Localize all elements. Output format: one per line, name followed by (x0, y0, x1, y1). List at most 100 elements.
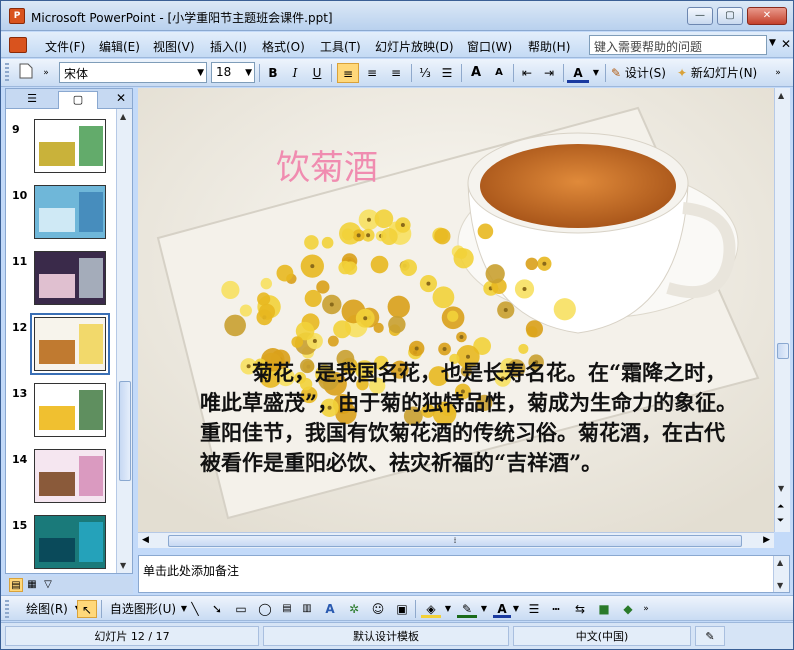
slide-thumbnail-image[interactable] (30, 313, 110, 375)
slide-thumbnail-image[interactable] (34, 383, 106, 437)
oval-tool-icon[interactable]: ◯ (255, 600, 275, 618)
align-left-button[interactable]: ≡ (337, 63, 359, 83)
line-style-icon[interactable]: ☰ (525, 600, 543, 618)
toolbar-options-icon[interactable]: » (641, 600, 651, 618)
menu-file[interactable]: 文件(F) (45, 38, 85, 55)
chevron-down-icon[interactable]: ▼ (511, 600, 521, 618)
arrow-style-icon[interactable]: ⇆ (571, 600, 589, 618)
font-size-combo[interactable]: 18 ▼ (211, 62, 255, 83)
previous-slide-icon[interactable]: ⏶ (777, 502, 784, 512)
new-document-icon[interactable] (15, 63, 37, 83)
wordart-icon[interactable]: A (321, 600, 339, 618)
chevron-down-icon[interactable]: ▼ (120, 561, 126, 570)
slide-vertical-scrollbar[interactable]: ▲ ▼ (774, 88, 790, 532)
normal-view-icon[interactable]: ▤ (9, 578, 23, 592)
menu-slideshow[interactable]: 幻灯片放映(D) (375, 38, 454, 55)
chevron-right-icon[interactable]: ▶ (763, 535, 770, 545)
slide-sorter-view-icon[interactable]: ▦ (25, 578, 39, 592)
slide-horizontal-scrollbar[interactable]: ◀ ⁞ ▶ (138, 532, 774, 548)
toolbar-grip[interactable] (5, 63, 9, 83)
notes-pane[interactable]: 单击此处添加备注 ▲ ▼ (138, 555, 790, 593)
bullets-button[interactable]: ☰ (437, 63, 457, 83)
menu-view[interactable]: 视图(V) (153, 38, 195, 55)
increase-indent-button[interactable]: ⇥ (539, 63, 559, 83)
powerpoint-icon[interactable]: P (9, 8, 25, 24)
spelling-check-icon[interactable]: ✎ (695, 626, 725, 646)
notes-scrollbar[interactable]: ▲ ▼ (773, 556, 789, 592)
tab-outline[interactable]: ☰ (12, 91, 52, 109)
chevron-down-icon[interactable]: ▼ (778, 484, 784, 493)
bold-button[interactable]: B (263, 63, 283, 83)
text-box-icon[interactable]: ▤ (279, 600, 295, 618)
fill-color-icon[interactable]: ◈ (421, 600, 441, 618)
slide-thumbnail-image[interactable] (34, 515, 106, 569)
chevron-down-icon[interactable]: ▼ (479, 600, 489, 618)
scrollbar-thumb[interactable]: ⁞ (168, 535, 742, 547)
chevron-down-icon[interactable]: ▼ (769, 38, 776, 48)
chevron-down-icon[interactable]: ▼ (197, 68, 204, 78)
toolbar-options-icon[interactable]: » (41, 63, 51, 83)
chevron-up-icon[interactable]: ▲ (777, 558, 783, 567)
slide-editing-area[interactable]: 饮菊酒 菊花，是我国名花，也是长寿名花。在“霜降之时，唯此草盛茂”，由于菊的独特… (138, 88, 774, 532)
chevron-down-icon[interactable]: ▼ (591, 63, 601, 83)
slide-thumbnail-image[interactable] (34, 119, 106, 173)
help-search-input[interactable]: 键入需要帮助的问题 (589, 35, 767, 55)
shadow-style-icon[interactable]: ■ (595, 600, 613, 618)
slide-thumbnail-image[interactable] (34, 185, 106, 239)
align-right-button[interactable]: ≡ (385, 63, 407, 83)
numbering-button[interactable]: ⅓ (415, 63, 435, 83)
design-button[interactable]: ✎ 设计(S) (611, 63, 673, 83)
3d-style-icon[interactable]: ◆ (619, 600, 637, 618)
font-color-icon[interactable]: A (493, 600, 511, 618)
close-icon[interactable]: ✕ (116, 91, 126, 105)
menu-tools[interactable]: 工具(T) (320, 38, 361, 55)
document-icon[interactable] (9, 37, 27, 53)
slide-body-text[interactable]: 菊花，是我国名花，也是长寿名花。在“霜降之时，唯此草盛茂”，由于菊的独特品性，菊… (200, 358, 740, 478)
chevron-down-icon[interactable]: ▼ (443, 600, 453, 618)
chevron-up-icon[interactable]: ▲ (778, 91, 784, 100)
minimize-button[interactable]: — (687, 7, 713, 25)
menu-edit[interactable]: 编辑(E) (99, 38, 140, 55)
align-center-button[interactable]: ≡ (361, 63, 383, 83)
chevron-up-icon[interactable]: ▲ (120, 112, 126, 121)
select-pointer-icon[interactable]: ↖ (77, 600, 97, 618)
grow-font-button[interactable]: A (465, 63, 487, 83)
next-slide-icon[interactable]: ⏷ (777, 516, 784, 526)
underline-button[interactable]: U (307, 63, 327, 83)
font-color-button[interactable]: A (567, 63, 589, 83)
vertical-text-box-icon[interactable]: ▥ (299, 600, 315, 618)
slideshow-view-icon[interactable]: ▽ (41, 578, 55, 592)
toolbar-options-icon[interactable]: » (771, 63, 785, 83)
chevron-down-icon[interactable]: ▼ (777, 581, 783, 590)
draw-menu-button[interactable]: 绘图(R) (19, 600, 75, 618)
close-icon[interactable]: ✕ (781, 37, 791, 51)
menu-format[interactable]: 格式(O) (262, 38, 305, 55)
line-tool-icon[interactable]: ╲ (187, 600, 203, 618)
menu-window[interactable]: 窗口(W) (467, 38, 512, 55)
italic-button[interactable]: I (285, 63, 305, 83)
scrollbar-thumb[interactable] (777, 343, 789, 359)
thumbnails-scrollbar[interactable]: ▲ ▼ (116, 109, 132, 573)
menu-help[interactable]: 帮助(H) (528, 38, 570, 55)
dash-style-icon[interactable]: ┅ (547, 600, 565, 618)
line-color-icon[interactable]: ✎ (457, 600, 477, 618)
tab-slides[interactable]: ▢ (58, 91, 98, 109)
font-name-combo[interactable]: 宋体 ▼ (59, 62, 207, 83)
menu-insert[interactable]: 插入(I) (210, 38, 247, 55)
close-button[interactable]: ✕ (747, 7, 787, 25)
slide-thumbnail-image[interactable] (34, 251, 106, 305)
diagram-icon[interactable]: ✲ (345, 600, 363, 618)
rectangle-tool-icon[interactable]: ▭ (231, 600, 251, 618)
clip-art-icon[interactable]: ☺ (369, 600, 387, 618)
slide-title[interactable]: 饮菊酒 (276, 140, 378, 189)
new-slide-button[interactable]: ✦ 新幻灯片(N) (677, 63, 765, 83)
autoshapes-menu-button[interactable]: 自选图形(U) (105, 600, 181, 618)
shrink-font-button[interactable]: A (489, 63, 509, 83)
decrease-indent-button[interactable]: ⇤ (517, 63, 537, 83)
chevron-left-icon[interactable]: ◀ (142, 535, 149, 545)
toolbar-grip[interactable] (5, 600, 9, 620)
slide-canvas[interactable]: 饮菊酒 菊花，是我国名花，也是长寿名花。在“霜降之时，唯此草盛茂”，由于菊的独特… (138, 88, 774, 532)
scrollbar-thumb[interactable] (119, 381, 131, 481)
chevron-down-icon[interactable]: ▼ (245, 68, 252, 78)
slide-thumbnail-image[interactable] (34, 449, 106, 503)
